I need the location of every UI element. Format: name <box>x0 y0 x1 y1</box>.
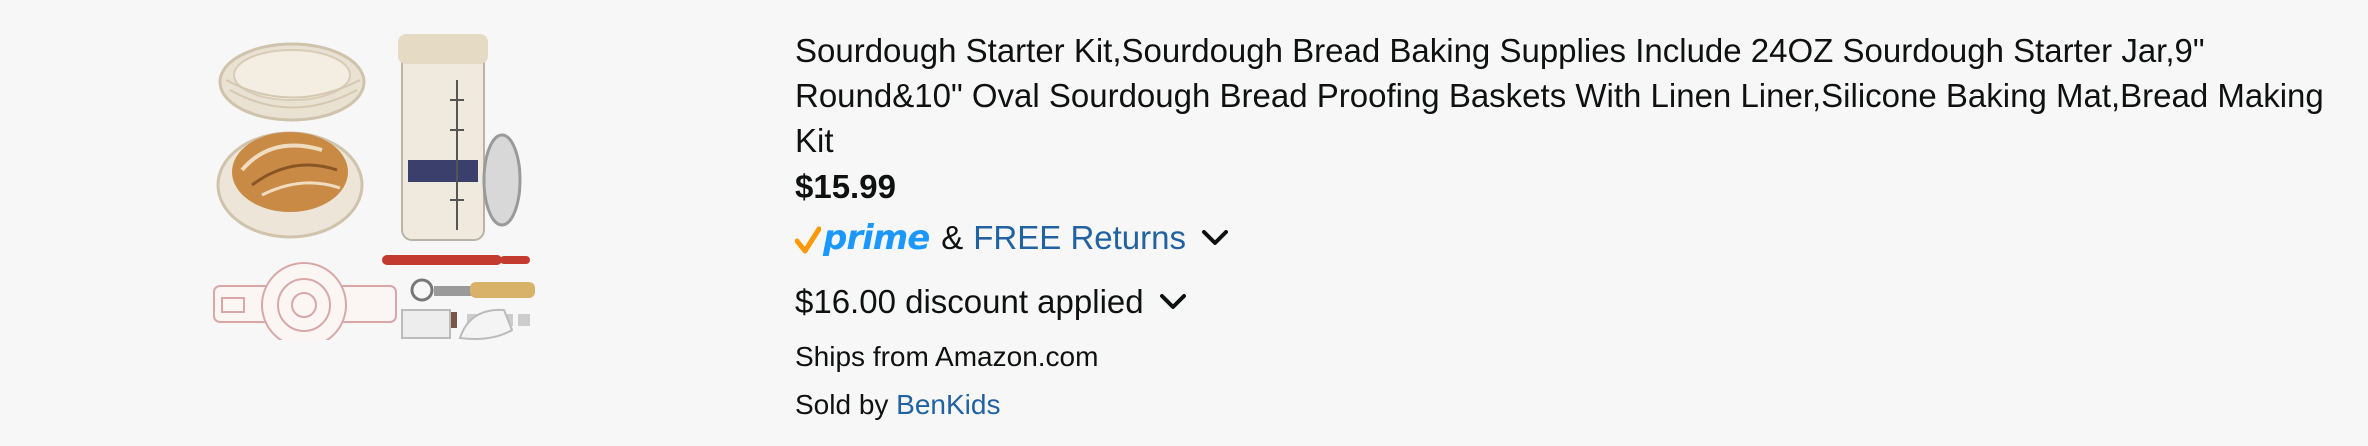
prime-label: prime <box>823 218 930 258</box>
seller-link[interactable]: BenKids <box>896 389 1000 420</box>
chevron-down-icon[interactable] <box>1202 230 1228 246</box>
ships-from-text: Ships from Amazon.com <box>795 341 1099 372</box>
chevron-down-icon[interactable] <box>1159 294 1186 310</box>
product-title-link[interactable]: Sourdough Starter Kit,Sourdough Bread Ba… <box>795 28 2335 163</box>
product-info: Sourdough Starter Kit,Sourdough Bread Ba… <box>795 28 2335 425</box>
prime-check-icon <box>795 226 821 254</box>
free-returns-link[interactable]: FREE Returns <box>973 219 1186 257</box>
product-image[interactable] <box>212 20 542 340</box>
product-image-illustration <box>213 34 535 340</box>
delivery-row: prime & FREE Returns <box>795 217 2335 259</box>
prime-badge[interactable]: prime <box>795 218 930 258</box>
product-card: Sourdough Starter Kit,Sourdough Bread Ba… <box>0 0 2368 446</box>
product-price: $15.99 <box>795 168 896 205</box>
sold-by-row: Sold by BenKids <box>795 385 2335 425</box>
discount-text: $16.00 discount applied <box>795 283 1144 320</box>
ampersand-text: & <box>941 219 964 256</box>
sold-by-prefix: Sold by <box>795 389 897 420</box>
discount-row: $16.00 discount applied <box>795 281 2335 323</box>
